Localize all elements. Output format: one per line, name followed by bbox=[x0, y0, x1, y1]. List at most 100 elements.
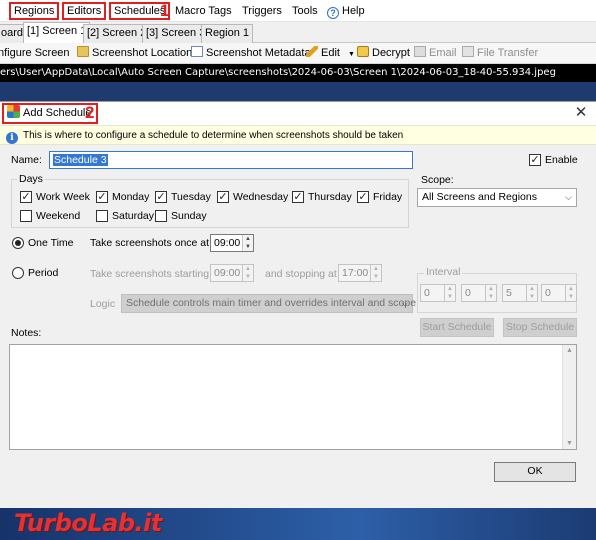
one-time-value: 09:00 bbox=[214, 237, 241, 249]
annotation-marker-2: 2 bbox=[85, 103, 95, 122]
dialog-title: Add Schedule bbox=[2, 103, 98, 124]
interval-minutes[interactable]: 0 ▲ ▼ bbox=[461, 284, 497, 302]
period-stop-picker[interactable]: 17:00 ▲ ▼ bbox=[338, 264, 382, 282]
help-icon: ? bbox=[327, 7, 339, 19]
one-time-label: One Time bbox=[28, 237, 74, 249]
chevron-down-icon: ⌵ bbox=[401, 298, 408, 308]
notes-textarea[interactable]: ▲ ▼ bbox=[9, 344, 577, 450]
start-schedule-button[interactable]: Start Schedule bbox=[420, 318, 494, 337]
email-button[interactable]: Email bbox=[414, 45, 457, 62]
ok-button[interactable]: OK bbox=[494, 462, 576, 482]
one-time-text: Take screenshots once at bbox=[90, 237, 210, 249]
saturday-label: Saturday bbox=[112, 210, 155, 222]
app-icon bbox=[7, 105, 20, 118]
menu-bar: Regions Editors Schedules 1 Macro Tags T… bbox=[0, 0, 596, 22]
logic-dropdown[interactable]: Schedule controls main timer and overrid… bbox=[121, 294, 417, 313]
enable-label: Enable bbox=[545, 154, 578, 166]
thursday-checkbox[interactable]: ✓ bbox=[292, 191, 304, 203]
scope-value: All Screens and Regions bbox=[422, 191, 537, 203]
info-bar: i This is where to configure a schedule t… bbox=[0, 125, 596, 145]
period-label: Period bbox=[28, 267, 59, 279]
menu-macro-tags[interactable]: Macro Tags bbox=[172, 2, 235, 20]
notes-scrollbar[interactable]: ▲ ▼ bbox=[562, 345, 576, 449]
period-stop-text: and stopping at bbox=[265, 268, 337, 280]
name-value: Schedule 3 bbox=[53, 154, 108, 166]
thursday-label: Thursday bbox=[308, 191, 352, 203]
scroll-down-icon[interactable]: ▼ bbox=[563, 440, 576, 447]
one-time-radio[interactable] bbox=[12, 237, 24, 249]
scope-dropdown[interactable]: All Screens and Regions ⌵ bbox=[417, 188, 577, 207]
dialog-titlebar: Add Schedule 2 ✕ bbox=[0, 102, 596, 125]
folder-icon bbox=[77, 46, 89, 57]
name-label: Name: bbox=[11, 154, 42, 166]
interval-seconds[interactable]: 5 ▲ ▼ bbox=[502, 284, 538, 302]
spinner-arrows-icon[interactable]: ▲ ▼ bbox=[565, 285, 576, 301]
spinner-arrows-icon[interactable]: ▲ ▼ bbox=[242, 235, 253, 251]
tab-region-1[interactable]: Region 1 bbox=[201, 24, 254, 43]
tab-screen-3[interactable]: [3] Screen 3 bbox=[142, 24, 210, 43]
spinner-arrows-icon[interactable]: ▲ ▼ bbox=[370, 265, 381, 281]
spinner-arrows-icon[interactable]: ▲ ▼ bbox=[242, 265, 253, 281]
interval-hours-value: 0 bbox=[424, 287, 430, 299]
period-start-picker[interactable]: 09:00 ▲ ▼ bbox=[210, 264, 254, 282]
monday-label: Monday bbox=[112, 191, 150, 203]
period-start-text: Take screenshots starting at bbox=[90, 268, 221, 280]
wednesday-label: Wednesday bbox=[233, 191, 289, 203]
interval-milliseconds-value: 0 bbox=[545, 287, 551, 299]
wednesday-checkbox[interactable]: ✓ bbox=[217, 191, 229, 203]
monday-checkbox[interactable]: ✓ bbox=[96, 191, 108, 203]
one-time-time-picker[interactable]: 09:00 ▲ ▼ bbox=[210, 234, 254, 252]
menu-help-label: Help bbox=[342, 5, 365, 17]
menu-help[interactable]: ? Help bbox=[324, 2, 368, 20]
friday-checkbox[interactable]: ✓ bbox=[357, 191, 369, 203]
decrypt-button[interactable]: Decrypt bbox=[357, 45, 410, 62]
file-transfer-button[interactable]: File Transfer bbox=[462, 45, 538, 62]
interval-hours[interactable]: 0 ▲ ▼ bbox=[420, 284, 456, 302]
edit-label: Edit bbox=[321, 47, 340, 59]
logic-label: Logic bbox=[90, 298, 116, 310]
watermark-logo: TurboLab.it bbox=[14, 509, 162, 537]
work-week-checkbox[interactable]: ✓ bbox=[20, 191, 32, 203]
saturday-checkbox[interactable] bbox=[96, 210, 108, 222]
sunday-checkbox[interactable] bbox=[155, 210, 167, 222]
toolbar: nfigure Screen Screenshot Location Scree… bbox=[0, 43, 596, 64]
period-start-value: 09:00 bbox=[214, 267, 241, 279]
pencil-icon bbox=[306, 46, 318, 57]
menu-regions[interactable]: Regions bbox=[9, 2, 60, 20]
weekend-checkbox[interactable] bbox=[20, 210, 32, 222]
friday-label: Friday bbox=[373, 191, 403, 203]
menu-editors[interactable]: Editors bbox=[62, 2, 107, 20]
chevron-down-icon: ⌵ bbox=[565, 192, 572, 202]
mail-icon bbox=[414, 46, 426, 57]
enable-checkbox[interactable]: ✓ bbox=[529, 154, 541, 166]
spinner-arrows-icon[interactable]: ▲ ▼ bbox=[485, 285, 496, 301]
name-field[interactable]: Schedule 3 bbox=[49, 151, 413, 169]
screenshot-path: ers\User\AppData\Local\Auto Screen Captu… bbox=[0, 64, 596, 82]
info-text: This is where to configure a schedule to… bbox=[23, 130, 404, 141]
configure-screen-button[interactable]: nfigure Screen bbox=[0, 45, 70, 62]
spinner-arrows-icon[interactable]: ▲ ▼ bbox=[444, 285, 455, 301]
logic-value: Schedule controls main timer and overrid… bbox=[126, 297, 417, 309]
work-week-label: Work Week bbox=[36, 191, 90, 203]
annotation-marker-1: 1 bbox=[160, 1, 170, 20]
scope-label: Scope: bbox=[421, 174, 454, 186]
edit-button[interactable]: Edit ▼ bbox=[306, 45, 355, 62]
screenshot-location-label: Screenshot Location bbox=[92, 47, 193, 59]
interval-seconds-value: 5 bbox=[506, 287, 512, 299]
scroll-up-icon[interactable]: ▲ bbox=[563, 347, 576, 354]
period-radio[interactable] bbox=[12, 267, 24, 279]
screenshot-metadata-label: Screenshot Metadata bbox=[206, 47, 311, 59]
tuesday-checkbox[interactable]: ✓ bbox=[155, 191, 167, 203]
menu-tools[interactable]: Tools bbox=[289, 2, 321, 20]
interval-milliseconds[interactable]: 0 ▲ ▼ bbox=[541, 284, 577, 302]
stop-schedule-button[interactable]: Stop Schedule bbox=[503, 318, 577, 337]
spinner-arrows-icon[interactable]: ▲ ▼ bbox=[526, 285, 537, 301]
screenshot-location-button[interactable]: Screenshot Location bbox=[77, 45, 192, 62]
screenshot-metadata-button[interactable]: Screenshot Metadata bbox=[191, 45, 311, 62]
tab-screen-2[interactable]: [2] Screen 2 bbox=[83, 24, 151, 43]
menu-triggers[interactable]: Triggers bbox=[239, 2, 285, 20]
tab-screen-1[interactable]: [1] Screen 1 bbox=[23, 22, 91, 44]
weekend-label: Weekend bbox=[36, 210, 81, 222]
close-icon[interactable]: ✕ bbox=[572, 104, 590, 122]
lock-icon bbox=[357, 46, 369, 57]
